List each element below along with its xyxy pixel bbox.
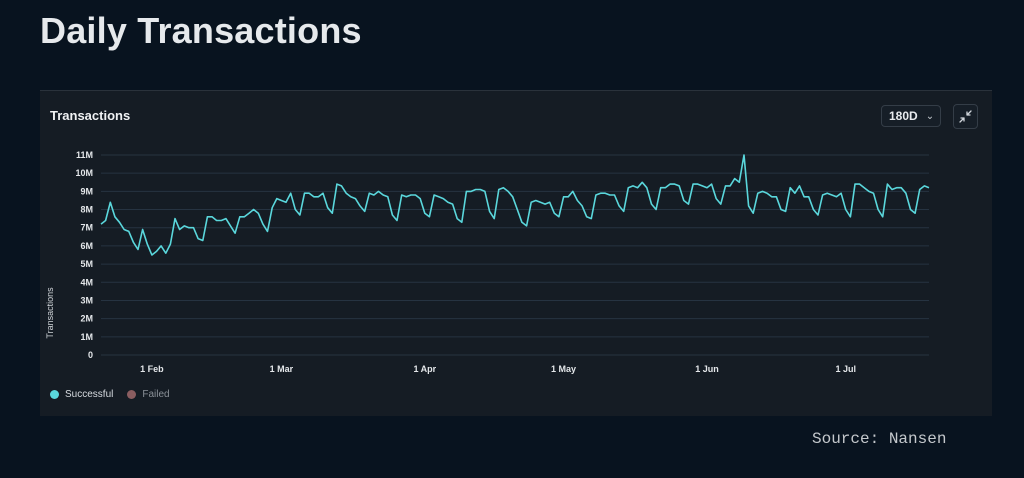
page-title: Daily Transactions [40, 10, 362, 51]
y-tick-label: 1M [80, 332, 93, 342]
y-tick-label: 8M [80, 205, 93, 215]
x-tick-label: 1 May [551, 364, 576, 374]
legend-dot-failed [127, 390, 137, 399]
legend-item-successful[interactable]: Successful [50, 389, 113, 400]
grid-lines [101, 154, 929, 356]
x-axis-ticks: 1 Feb 1 Mar 1 Apr 1 May 1 Jun 1 Jul [140, 364, 856, 374]
y-tick-label: 3M [80, 295, 93, 305]
y-tick-label: 7M [80, 223, 93, 233]
y-axis-title: Transactions [45, 287, 55, 339]
y-axis-ticks: 0 1M 2M 3M 4M 5M 6M 7M 8M 9M 10M 11M [75, 150, 93, 360]
legend-label-failed: Failed [142, 389, 170, 400]
x-tick-label: 1 Apr [413, 364, 436, 374]
x-tick-label: 1 Feb [140, 364, 164, 374]
legend-dot-successful [50, 390, 59, 399]
legend-label-successful: Successful [65, 389, 114, 400]
series-line-successful [100, 154, 930, 256]
y-tick-label: 11M [76, 150, 93, 160]
y-tick-label: 10M [75, 168, 93, 178]
x-tick-label: 1 Jul [835, 364, 856, 374]
source-caption: Source: Nansen [812, 430, 947, 448]
line-chart: 0 1M 2M 3M 4M 5M 6M 7M 8M 9M 10M 11M 1 Feb 1 Mar 1 Ap… [45, 150, 930, 374]
y-tick-label: 9M [80, 186, 93, 196]
y-tick-label: 6M [80, 241, 93, 251]
series-layer [100, 154, 930, 256]
legend: Successful Failed [50, 389, 170, 400]
chart-panel: Transactions 180D ⌄ 0 1M 2M 3M 4M 5M 6M 7M 8M 9M 1… [40, 90, 992, 416]
x-tick-label: 1 Jun [695, 364, 719, 374]
y-tick-label: 4M [80, 277, 93, 287]
y-tick-label: 5M [80, 259, 93, 269]
y-tick-label: 2M [80, 314, 93, 324]
x-tick-label: 1 Mar [270, 364, 294, 374]
y-tick-label: 0 [88, 350, 93, 360]
legend-item-failed[interactable]: Failed [127, 389, 170, 400]
